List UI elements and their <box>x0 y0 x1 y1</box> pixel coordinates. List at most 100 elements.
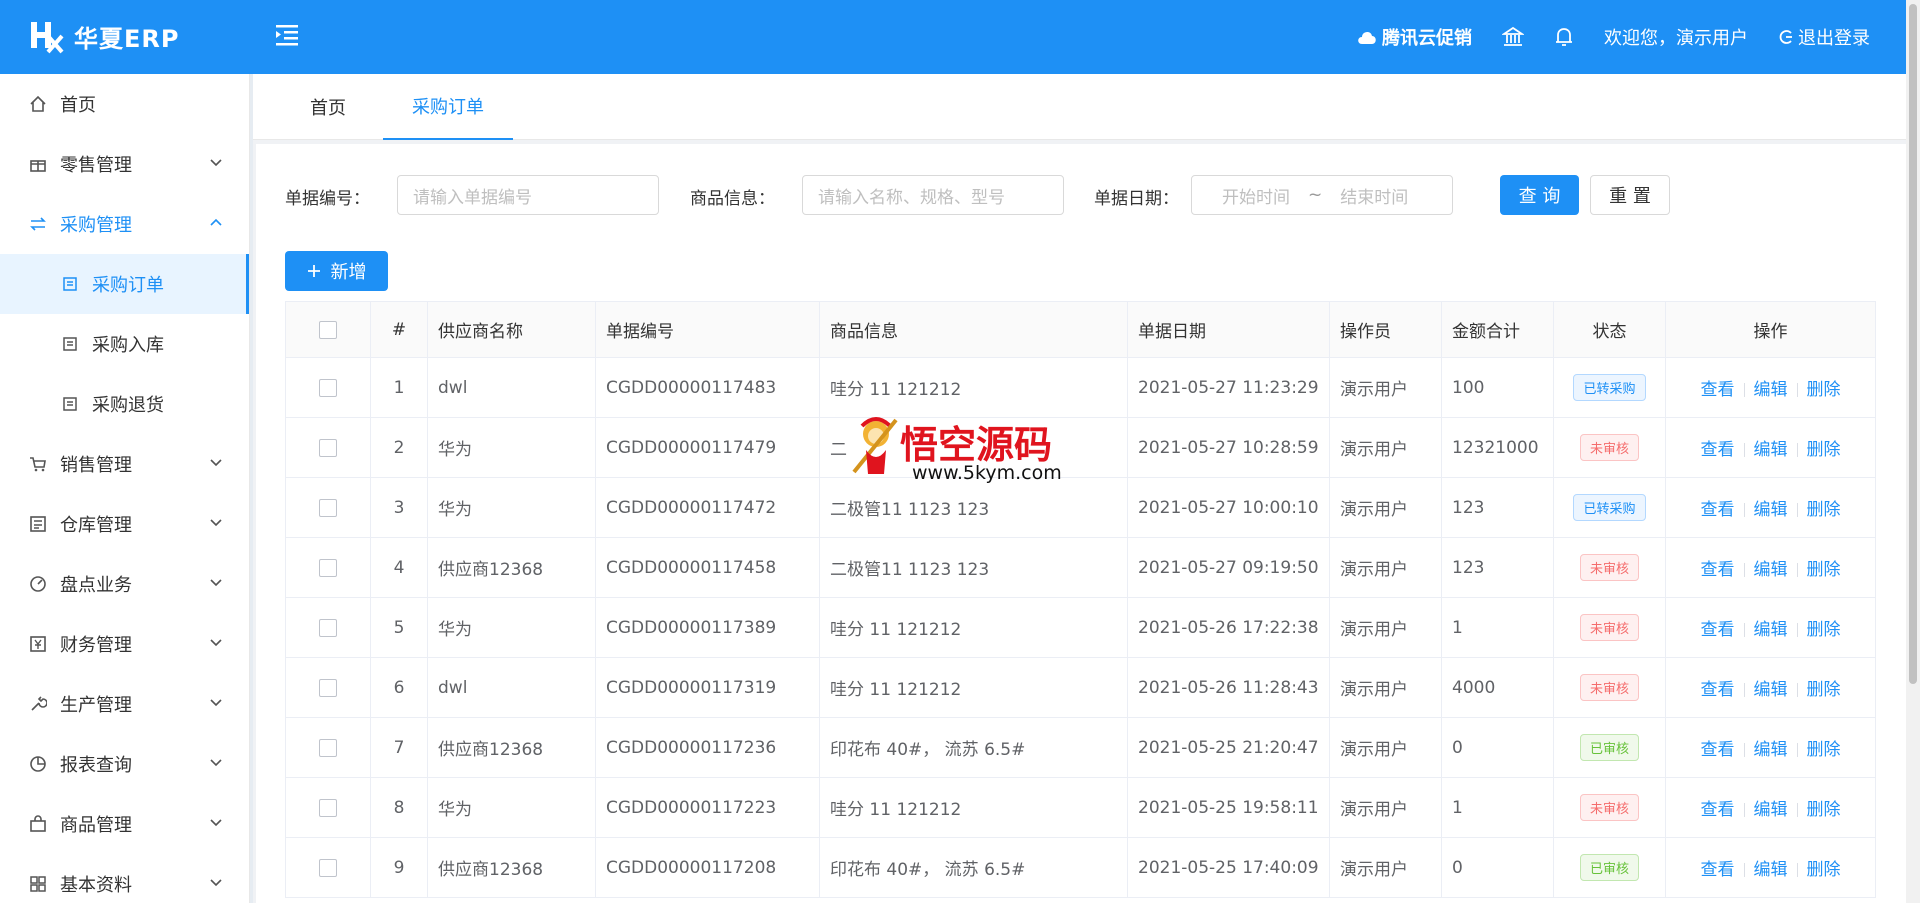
action-divider <box>1796 443 1798 457</box>
goods-placeholder: 请输入名称、规格、型号 <box>818 187 1005 208</box>
delete-link[interactable]: 删除 <box>1807 800 1841 820</box>
chevron-down-icon <box>210 519 222 527</box>
row-select-cell[interactable] <box>285 417 371 478</box>
delete-link[interactable]: 删除 <box>1807 620 1841 640</box>
add-button[interactable]: 新增 <box>285 251 388 291</box>
sidebar-item-home[interactable]: 首页 <box>0 74 249 134</box>
action-divider <box>1743 743 1745 757</box>
view-link[interactable]: 查看 <box>1701 560 1735 580</box>
tab-purchase-order[interactable]: 采购订单 <box>383 74 513 140</box>
row-checkbox[interactable] <box>319 438 337 457</box>
delete-link[interactable]: 删除 <box>1807 680 1841 700</box>
sidebar-item-reports[interactable]: 报表查询 <box>0 734 249 794</box>
edit-link[interactable]: 编辑 <box>1754 740 1788 760</box>
goods-input[interactable]: 请输入名称、规格、型号 <box>802 175 1064 215</box>
select-all-cell[interactable] <box>285 301 371 358</box>
bill-no-input[interactable]: 请输入单据编号 <box>397 175 659 215</box>
row-checkbox[interactable] <box>319 738 337 757</box>
row-checkbox[interactable] <box>319 378 337 397</box>
row-select-cell[interactable] <box>285 777 371 838</box>
edit-link[interactable]: 编辑 <box>1754 620 1788 640</box>
row-select-cell[interactable] <box>285 597 371 658</box>
delete-link[interactable]: 删除 <box>1807 740 1841 760</box>
sidebar-item-purchase-order[interactable]: 采购订单 <box>0 254 249 314</box>
supplier-cell: 华为 <box>427 597 596 658</box>
view-link[interactable]: 查看 <box>1701 800 1735 820</box>
row-select-cell[interactable] <box>285 717 371 778</box>
view-link[interactable]: 查看 <box>1701 620 1735 640</box>
select-all-checkbox[interactable] <box>319 320 337 339</box>
sidebar-item-goods[interactable]: 商品管理 <box>0 794 249 854</box>
view-link[interactable]: 查看 <box>1701 740 1735 760</box>
row-select-cell[interactable] <box>285 477 371 538</box>
row-select-cell[interactable] <box>285 657 371 718</box>
sidebar-item-purchase-in[interactable]: 采购入库 <box>0 314 249 374</box>
delete-link[interactable]: 删除 <box>1807 560 1841 580</box>
sidebar-item-inventory[interactable]: 盘点业务 <box>0 554 249 614</box>
app-logo[interactable]: 华夏ERP <box>28 18 179 54</box>
action-divider <box>1743 803 1745 817</box>
delete-link[interactable]: 删除 <box>1807 380 1841 400</box>
row-select-cell[interactable] <box>285 357 371 418</box>
edit-link[interactable]: 编辑 <box>1754 800 1788 820</box>
date-range-picker[interactable]: 开始时间 ~ 结束时间 <box>1191 175 1453 215</box>
sidebar-item-purchase-return[interactable]: 采购退货 <box>0 374 249 434</box>
sidebar-item-sales[interactable]: 销售管理 <box>0 434 249 494</box>
edit-link[interactable]: 编辑 <box>1754 680 1788 700</box>
status-badge: 未审核 <box>1579 794 1639 821</box>
sidebar-item-production[interactable]: 生产管理 <box>0 674 249 734</box>
view-link[interactable]: 查看 <box>1701 500 1735 520</box>
menu-fold-icon[interactable] <box>272 20 302 50</box>
row-select-cell[interactable] <box>285 537 371 598</box>
row-checkbox[interactable] <box>319 558 337 577</box>
supplier-cell: 华为 <box>427 777 596 838</box>
bill-no-cell: CGDD00000117223 <box>595 777 820 838</box>
row-checkbox[interactable] <box>319 498 337 517</box>
cloud-promo-link[interactable]: 腾讯云促销 <box>1356 24 1472 50</box>
query-button[interactable]: 查 询 <box>1500 175 1579 215</box>
tab-home[interactable]: 首页 <box>273 74 383 140</box>
scroll-thumb[interactable] <box>1909 4 1917 684</box>
supplier-cell: dwl <box>427 357 596 418</box>
goods-cell: 哇分 11 121212 <box>819 777 1128 838</box>
sidebar-item-finance[interactable]: 财务管理 <box>0 614 249 674</box>
status-badge: 已审核 <box>1579 854 1639 881</box>
action-divider <box>1743 683 1745 697</box>
page-scrollbar[interactable] <box>1906 0 1920 903</box>
row-checkbox[interactable] <box>319 798 337 817</box>
sidebar-item-basic-data[interactable]: 基本资料 <box>0 854 249 914</box>
logout-button[interactable]: 退出登录 <box>1778 24 1870 50</box>
notification-button[interactable] <box>1554 26 1574 48</box>
sidebar-item-purchase[interactable]: 采购管理 <box>0 194 249 254</box>
edit-link[interactable]: 编辑 <box>1754 560 1788 580</box>
cloud-icon <box>1358 31 1376 44</box>
row-checkbox[interactable] <box>319 858 337 877</box>
sidebar-item-warehouse[interactable]: 仓库管理 <box>0 494 249 554</box>
view-link[interactable]: 查看 <box>1701 380 1735 400</box>
view-link[interactable]: 查看 <box>1701 680 1735 700</box>
chevron-up-icon <box>210 218 222 226</box>
view-link[interactable]: 查看 <box>1701 440 1735 460</box>
document-icon <box>60 394 80 414</box>
edit-link[interactable]: 编辑 <box>1754 440 1788 460</box>
row-checkbox[interactable] <box>319 678 337 697</box>
sidebar-item-label: 财务管理 <box>60 635 132 656</box>
status-badge: 已审核 <box>1579 734 1639 761</box>
logout-label: 退出登录 <box>1798 28 1870 49</box>
sidebar-item-label: 采购订单 <box>92 275 164 296</box>
edit-link[interactable]: 编辑 <box>1754 860 1788 880</box>
sidebar-item-retail[interactable]: 零售管理 <box>0 134 249 194</box>
row-checkbox[interactable] <box>319 618 337 637</box>
view-link[interactable]: 查看 <box>1701 860 1735 880</box>
reset-button[interactable]: 重 置 <box>1590 175 1670 215</box>
bank-button[interactable] <box>1502 26 1524 48</box>
edit-link[interactable]: 编辑 <box>1754 380 1788 400</box>
pie-chart-icon <box>28 754 48 774</box>
row-select-cell[interactable] <box>285 837 371 898</box>
sidebar-item-label: 销售管理 <box>60 455 132 476</box>
delete-link[interactable]: 删除 <box>1807 440 1841 460</box>
table-row: 9 供应商12368 CGDD00000117208 印花布 40#， 流苏 6.5#… <box>285 837 1876 898</box>
delete-link[interactable]: 删除 <box>1807 860 1841 880</box>
edit-link[interactable]: 编辑 <box>1754 500 1788 520</box>
delete-link[interactable]: 删除 <box>1807 500 1841 520</box>
